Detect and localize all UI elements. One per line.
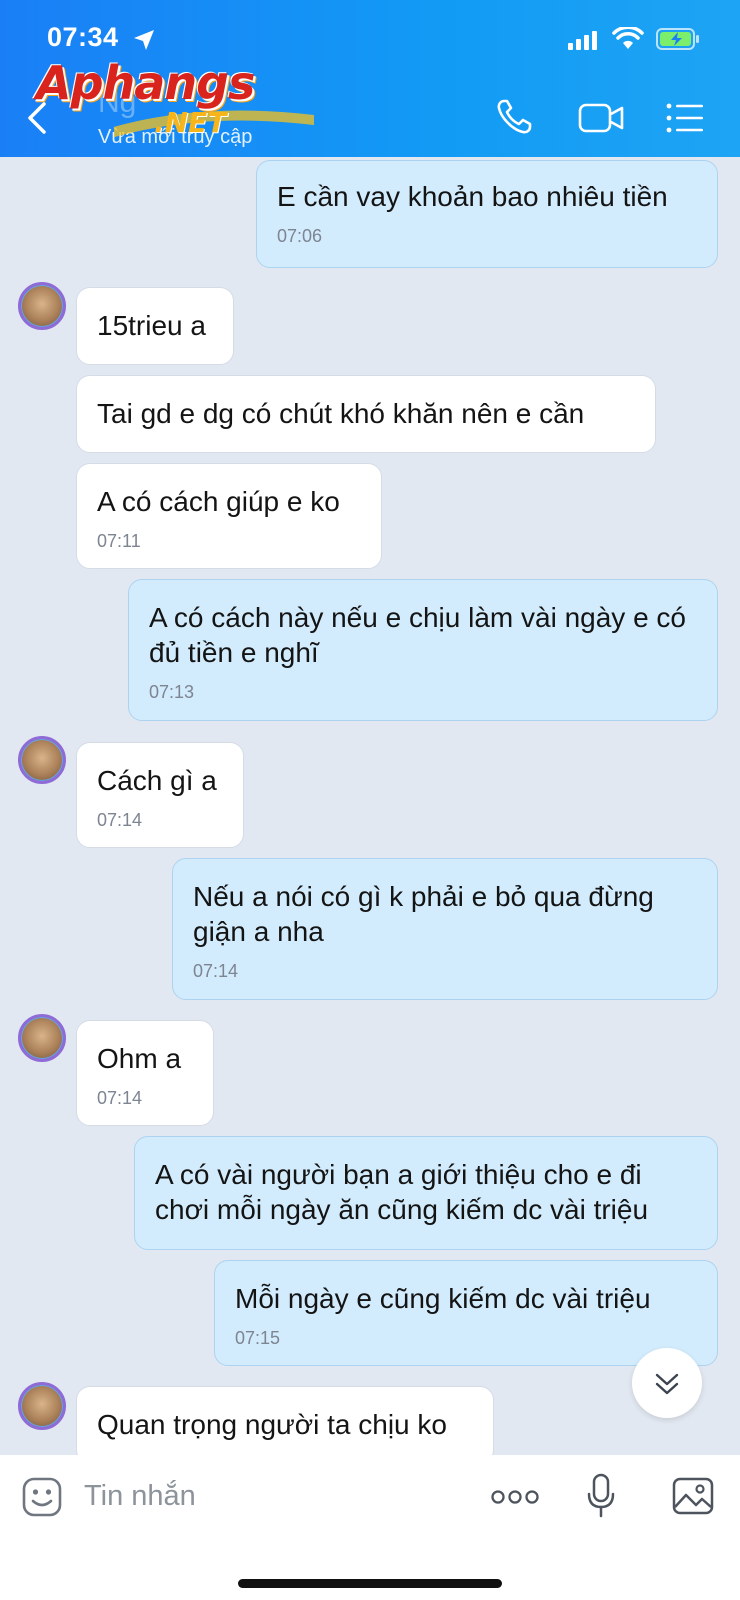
message-bubble-outgoing[interactable]: A có vài người bạn a giới thiệu cho e đi… — [134, 1136, 718, 1250]
phone-icon[interactable] — [495, 98, 533, 136]
avatar[interactable] — [18, 282, 66, 330]
watermark-logo: Aphangs .NET — [36, 56, 314, 146]
battery-icon — [656, 28, 699, 50]
message-bubble-incoming[interactable]: Cách gì a 07:14 — [76, 742, 244, 848]
double-chevron-down-icon — [655, 1373, 679, 1395]
message-time: 07:13 — [149, 682, 195, 702]
message-bubble-outgoing[interactable]: Nếu a nói có gì k phải e bỏ qua đừng giậ… — [172, 858, 718, 1000]
message-text: Mỗi ngày e cũng kiếm dc vài triệu — [235, 1283, 651, 1314]
message-time: 07:15 — [235, 1328, 281, 1348]
image-icon[interactable] — [672, 1477, 714, 1515]
message-input[interactable] — [84, 1473, 464, 1519]
message-bubble-incoming[interactable]: Ohm a 07:14 — [76, 1020, 214, 1126]
message-text: Nếu a nói có gì k phải e bỏ qua đừng giậ… — [193, 881, 654, 947]
message-time: 07:14 — [193, 961, 239, 981]
message-time: 07:14 — [97, 810, 143, 830]
home-indicator — [238, 1579, 502, 1588]
message-text: Ohm a — [97, 1043, 182, 1074]
message-text: A có vài người bạn a giới thiệu cho e đi… — [155, 1159, 649, 1225]
message-bubble-outgoing[interactable]: Mỗi ngày e cũng kiếm dc vài triệu 07:15 — [214, 1260, 718, 1366]
message-text: 15trieu a — [97, 310, 206, 341]
location-arrow-icon — [134, 30, 154, 50]
message-text: Cách gì a — [97, 765, 217, 796]
message-text: A có cách giúp e ko — [97, 486, 340, 517]
more-dots-icon[interactable] — [490, 1489, 540, 1505]
message-bubble-outgoing[interactable]: A có cách này nếu e chịu làm vài ngày e … — [128, 579, 718, 721]
avatar[interactable] — [18, 736, 66, 784]
watermark-text: Aphangs — [36, 56, 255, 110]
message-time: 07:14 — [97, 1088, 143, 1108]
message-text: E cần vay khoản bao nhiêu tiền — [277, 181, 668, 212]
emoji-icon[interactable] — [22, 1477, 62, 1517]
avatar[interactable] — [18, 1382, 66, 1430]
message-bubble-incoming[interactable]: Tai gd e dg có chút khó khăn nên e cần — [76, 375, 656, 453]
message-bubble-incoming[interactable]: 15trieu a — [76, 287, 234, 365]
message-time: 07:06 — [277, 226, 323, 246]
message-time: 07:11 — [97, 531, 141, 551]
status-time: 07:34 — [47, 22, 119, 52]
message-text: Tai gd e dg có chút khó khăn nên e cần — [97, 398, 585, 429]
video-camera-icon[interactable] — [578, 101, 624, 135]
message-bubble-incoming[interactable]: A có cách giúp e ko 07:11 — [76, 463, 382, 569]
watermark-net-text: .NET — [154, 106, 227, 139]
message-text: A có cách này nếu e chịu làm vài ngày e … — [149, 602, 686, 668]
list-menu-icon[interactable] — [665, 101, 705, 135]
avatar[interactable] — [18, 1014, 66, 1062]
scroll-to-bottom-button[interactable] — [632, 1348, 702, 1418]
wifi-icon — [612, 27, 644, 49]
message-input-bar — [0, 1455, 740, 1600]
microphone-icon[interactable] — [586, 1473, 616, 1519]
chat-header: 07:34 Ng Vừa mới truy cập Aphangs .NET — [0, 0, 740, 157]
message-bubble-outgoing[interactable]: E cần vay khoản bao nhiêu tiền 07:06 — [256, 160, 718, 268]
message-bubble-incoming[interactable]: Quan trọng người ta chịu ko — [76, 1386, 494, 1464]
signal-icon — [568, 30, 597, 50]
message-text: Quan trọng người ta chịu ko — [97, 1409, 447, 1440]
